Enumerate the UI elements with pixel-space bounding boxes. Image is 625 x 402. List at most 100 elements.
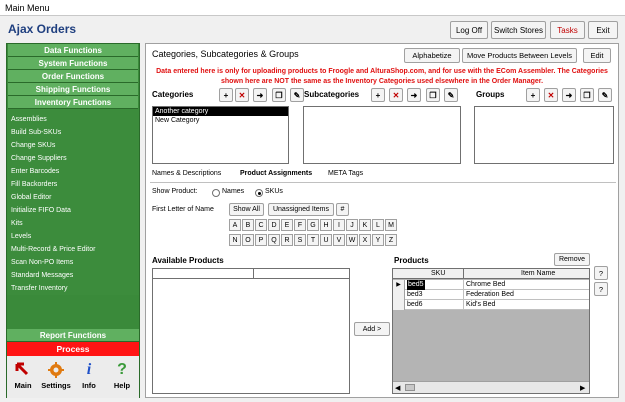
sidebar-item[interactable]: Assemblies — [7, 113, 139, 126]
sidebar-item[interactable]: Standard Messages — [7, 269, 139, 282]
letter-button-p[interactable]: P — [255, 234, 267, 246]
add-group-button[interactable]: + — [526, 88, 540, 102]
info-shortcut[interactable]: i Info — [73, 359, 105, 390]
edit-button[interactable]: Edit — [583, 48, 611, 63]
letter-button-l[interactable]: L — [372, 219, 384, 231]
letter-button-b[interactable]: B — [242, 219, 254, 231]
hash-button[interactable]: # — [336, 203, 349, 216]
letter-button-x[interactable]: X — [359, 234, 371, 246]
copy-subcategory-button[interactable]: ❐ — [426, 88, 440, 102]
radio-names[interactable] — [212, 189, 220, 197]
main-shortcut[interactable]: Main — [7, 359, 39, 390]
item-name-cell[interactable]: Kid's Bed — [466, 300, 495, 310]
list-item-selected[interactable]: Another category — [153, 107, 288, 116]
sidebar-item[interactable]: Kits — [7, 217, 139, 230]
letter-button-w[interactable]: W — [346, 234, 358, 246]
help-button[interactable]: ? — [594, 282, 608, 296]
letter-button-d[interactable]: D — [268, 219, 280, 231]
delete-category-button[interactable]: ✕ — [235, 88, 249, 102]
edit-subcategory-button[interactable]: ✎ — [444, 88, 458, 102]
move-subcategory-button[interactable]: ➜ — [407, 88, 421, 102]
sidebar-section-system[interactable]: System Functions — [8, 57, 138, 70]
tab-product-assignments[interactable]: Product Assignments — [240, 170, 312, 177]
letter-button-r[interactable]: R — [281, 234, 293, 246]
row-selector[interactable] — [393, 290, 405, 300]
sidebar-item[interactable]: Change Suppliers — [7, 152, 139, 165]
horizontal-scrollbar[interactable]: ◀ ▶ — [393, 381, 589, 393]
letter-button-f[interactable]: F — [294, 219, 306, 231]
available-products-list[interactable] — [152, 268, 350, 394]
groups-list[interactable] — [474, 106, 614, 164]
sidebar-item[interactable]: Transfer Inventory — [7, 282, 139, 295]
scroll-right-icon[interactable]: ▶ — [580, 384, 585, 392]
letter-button-u[interactable]: U — [320, 234, 332, 246]
item-name-cell[interactable]: Federation Bed — [466, 290, 514, 300]
products-grid[interactable]: SKU Item Name ▶ bed5 Chrome Bed bed3 Federat… — [392, 268, 590, 394]
edit-category-button[interactable]: ✎ — [290, 88, 304, 102]
letter-button-v[interactable]: V — [333, 234, 345, 246]
show-all-button[interactable]: Show All — [229, 203, 264, 216]
move-group-button[interactable]: ➜ — [562, 88, 576, 102]
sidebar-section-shipping[interactable]: Shipping Functions — [8, 83, 138, 96]
letter-button-j[interactable]: J — [346, 219, 358, 231]
edit-group-button[interactable]: ✎ — [598, 88, 612, 102]
letter-button-y[interactable]: Y — [372, 234, 384, 246]
unassigned-items-button[interactable]: Unassigned Items — [268, 203, 334, 216]
sidebar-item[interactable]: Initialize FIFO Data — [7, 204, 139, 217]
letter-button-c[interactable]: C — [255, 219, 267, 231]
copy-group-button[interactable]: ❐ — [580, 88, 594, 102]
exit-button[interactable]: Exit — [588, 21, 618, 39]
sidebar-item[interactable]: Scan Non-PO Items — [7, 256, 139, 269]
delete-subcategory-button[interactable]: ✕ — [389, 88, 403, 102]
table-row[interactable]: bed6 Kid's Bed — [393, 300, 589, 310]
process-button[interactable]: Process — [7, 342, 139, 356]
sidebar-section-report[interactable]: Report Functions — [7, 329, 139, 342]
remove-button[interactable]: Remove — [554, 253, 590, 266]
add-button[interactable]: Add > — [354, 322, 390, 336]
alphabetize-button[interactable]: Alphabetize — [404, 48, 460, 63]
scroll-left-icon[interactable]: ◀ — [395, 384, 400, 392]
tab-meta-tags[interactable]: META Tags — [328, 170, 363, 177]
sidebar-item[interactable]: Global Editor — [7, 191, 139, 204]
sidebar-item[interactable]: Build Sub-SKUs — [7, 126, 139, 139]
column-header-item-name[interactable]: Item Name — [521, 269, 555, 279]
sidebar-section-data[interactable]: Data Functions — [8, 44, 138, 57]
list-item[interactable]: New Category — [153, 116, 288, 125]
table-row[interactable]: bed3 Federation Bed — [393, 290, 589, 300]
letter-button-g[interactable]: G — [307, 219, 319, 231]
radio-skus[interactable] — [255, 189, 263, 197]
letter-button-q[interactable]: Q — [268, 234, 280, 246]
sku-cell[interactable]: bed3 — [407, 290, 423, 300]
settings-shortcut[interactable]: Settings — [40, 359, 72, 390]
add-category-button[interactable]: + — [219, 88, 233, 102]
row-pointer-icon[interactable]: ▶ — [393, 280, 405, 290]
sidebar-item[interactable]: Change SKUs — [7, 139, 139, 152]
sidebar-section-inventory[interactable]: Inventory Functions — [8, 96, 138, 109]
scrollbar-thumb[interactable] — [405, 384, 415, 391]
switch-stores-button[interactable]: Switch Stores — [491, 21, 546, 39]
move-category-button[interactable]: ➜ — [253, 88, 267, 102]
help-button[interactable]: ? — [594, 266, 608, 280]
letter-button-n[interactable]: N — [229, 234, 241, 246]
letter-button-s[interactable]: S — [294, 234, 306, 246]
subcategories-list[interactable] — [303, 106, 461, 164]
copy-category-button[interactable]: ❐ — [272, 88, 286, 102]
move-products-button[interactable]: Move Products Between Levels — [462, 48, 577, 63]
logoff-button[interactable]: Log Off — [450, 21, 488, 39]
letter-button-a[interactable]: A — [229, 219, 241, 231]
categories-list[interactable]: Another category New Category — [152, 106, 289, 164]
sidebar-item[interactable]: Enter Barcodes — [7, 165, 139, 178]
sku-cell[interactable]: bed5 — [407, 280, 425, 290]
letter-button-h[interactable]: H — [320, 219, 332, 231]
sku-cell[interactable]: bed6 — [407, 300, 423, 310]
sidebar-item[interactable]: Fill Backorders — [7, 178, 139, 191]
letter-button-t[interactable]: T — [307, 234, 319, 246]
letter-button-z[interactable]: Z — [385, 234, 397, 246]
sidebar-section-order[interactable]: Order Functions — [8, 70, 138, 83]
row-selector[interactable] — [393, 300, 405, 310]
tab-names-descriptions[interactable]: Names & Descriptions — [152, 170, 221, 177]
sidebar-item[interactable]: Multi-Record & Price Editor — [7, 243, 139, 256]
tasks-button[interactable]: Tasks — [550, 21, 585, 39]
table-row[interactable]: ▶ bed5 Chrome Bed — [393, 280, 589, 290]
letter-button-o[interactable]: O — [242, 234, 254, 246]
